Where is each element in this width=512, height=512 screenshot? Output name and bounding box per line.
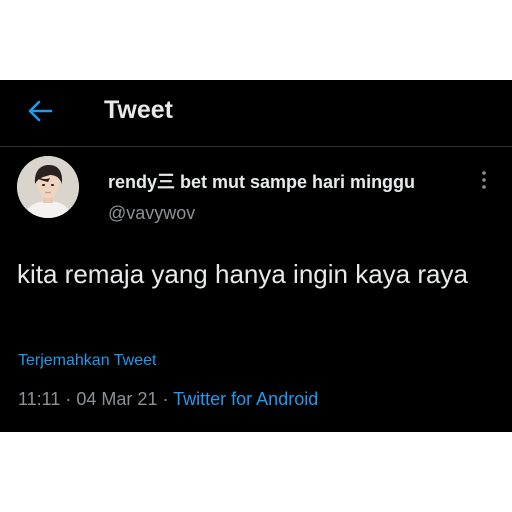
- page-title: Tweet: [104, 96, 173, 124]
- tweet-metadata: 11:11 · 04 Mar 21 · Twitter for Android: [18, 389, 318, 410]
- more-vertical-icon[interactable]: [474, 168, 494, 192]
- tweet-date: 04 Mar 21: [76, 389, 158, 409]
- tweet-screen: Tweet rendy三 bet mut sampe hari minggu @…: [0, 80, 512, 432]
- tweet-source-link[interactable]: Twitter for Android: [173, 389, 318, 409]
- arrow-left-icon[interactable]: [26, 97, 54, 125]
- meta-separator: ·: [162, 389, 169, 409]
- translate-tweet-link[interactable]: Terjemahkan Tweet: [18, 352, 156, 370]
- top-bar: Tweet: [0, 80, 512, 147]
- user-handle[interactable]: @vavywov: [108, 203, 195, 224]
- avatar[interactable]: [17, 156, 79, 218]
- display-name[interactable]: rendy三 bet mut sampe hari minggu: [108, 168, 415, 194]
- tweet-text: kita remaja yang hanya ingin kaya raya: [17, 259, 468, 289]
- profile-photo: [17, 156, 79, 218]
- meta-separator: ·: [65, 389, 72, 409]
- tweet-time: 11:11: [18, 389, 61, 409]
